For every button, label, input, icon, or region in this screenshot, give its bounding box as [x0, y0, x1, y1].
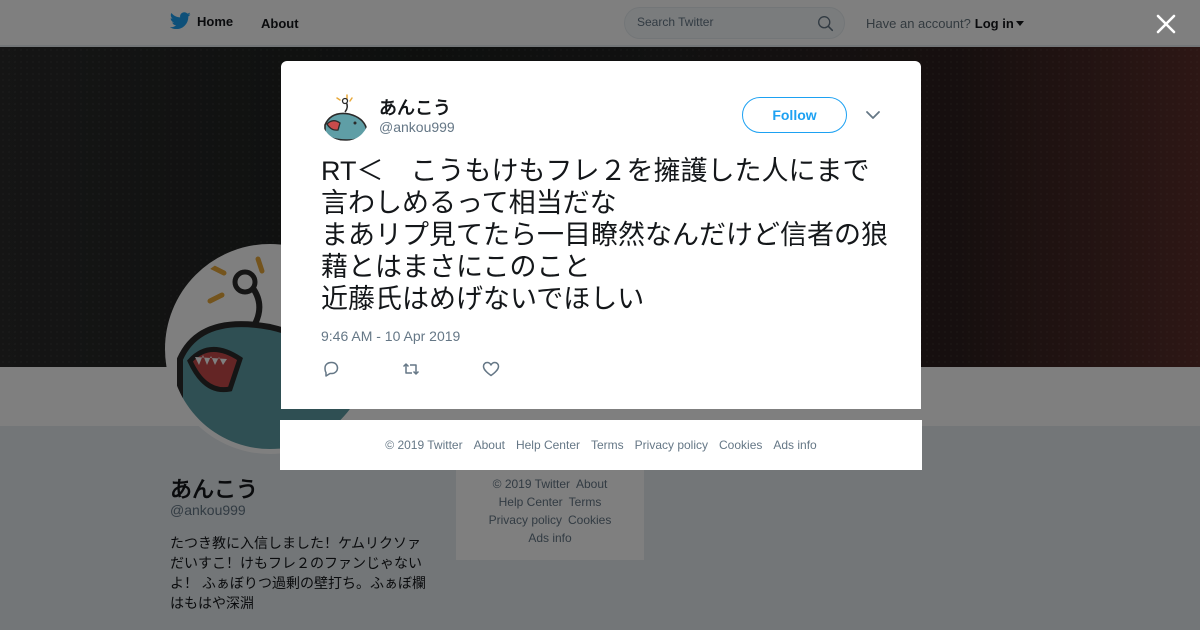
anglerfish-avatar-image: [321, 93, 369, 141]
tweet-author-avatar[interactable]: [321, 93, 369, 141]
footer-terms-link[interactable]: Terms: [591, 438, 624, 452]
reply-icon[interactable]: [321, 359, 341, 379]
chevron-down-icon[interactable]: [865, 109, 881, 121]
tweet-author-handle[interactable]: @ankou999: [379, 119, 455, 135]
tweet-author-name[interactable]: あんこう: [379, 94, 451, 120]
footer-cookies-link[interactable]: Cookies: [719, 438, 762, 452]
footer-copyright: © 2019 Twitter: [385, 438, 463, 452]
retweet-icon[interactable]: [401, 359, 421, 379]
heart-icon[interactable]: [481, 359, 501, 379]
tweet-timestamp[interactable]: 9:46 AM - 10 Apr 2019: [321, 328, 460, 344]
footer-privacy-link[interactable]: Privacy policy: [635, 438, 708, 452]
tweet-modal: あんこう @ankou999 Follow RT＜ こうもけもフレ２を擁護した人…: [281, 61, 921, 409]
modal-footer: © 2019 Twitter About Help Center Terms P…: [280, 420, 922, 470]
footer-about-link[interactable]: About: [474, 438, 505, 452]
follow-button[interactable]: Follow: [742, 97, 847, 133]
close-icon[interactable]: [1155, 13, 1177, 35]
tweet-text: RT＜ こうもけもフレ２を擁護した人にまで言わしめるって相当だな まあリプ見てた…: [321, 156, 888, 314]
footer-help-center-link[interactable]: Help Center: [516, 438, 580, 452]
footer-ads-info-link[interactable]: Ads info: [773, 438, 816, 452]
